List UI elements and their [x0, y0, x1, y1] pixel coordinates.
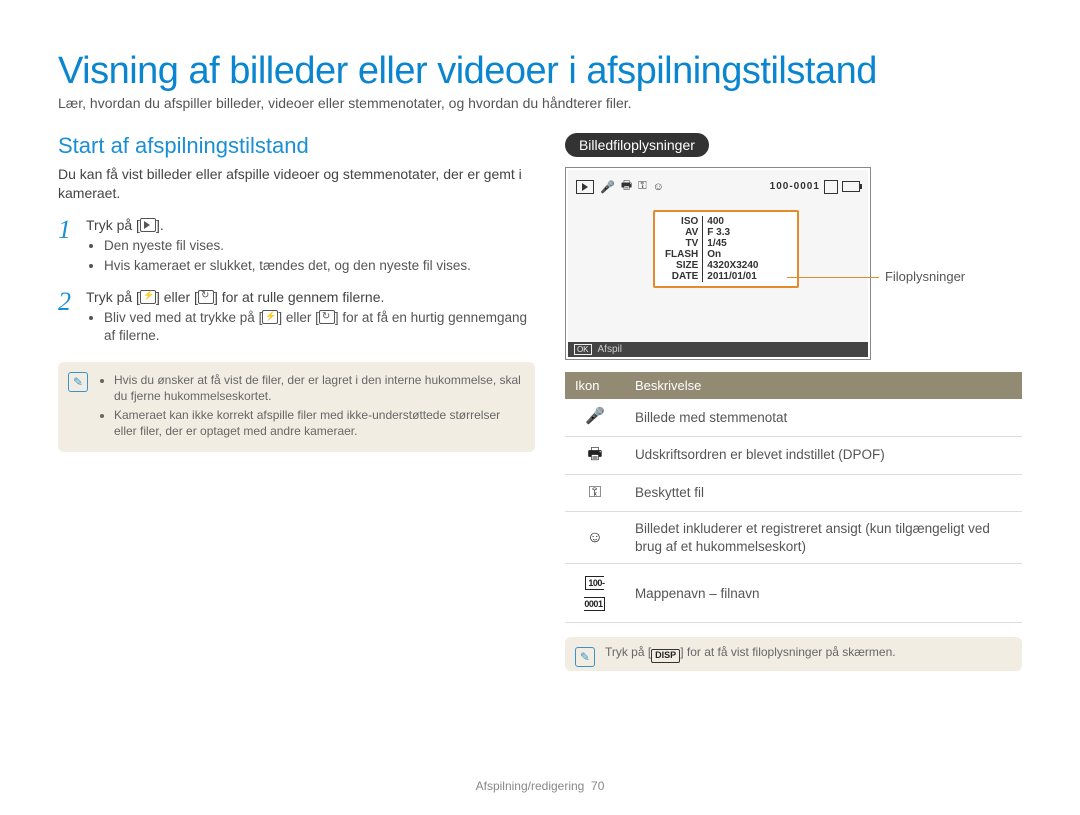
table-row: ☺ Billedet inkluderer et registreret ans… [565, 512, 1022, 564]
ok-button-label: OK [574, 344, 592, 355]
step2-text-mid: ] eller [ [156, 289, 198, 305]
face-icon: ☺ [653, 181, 664, 193]
row-desc: Udskriftsordren er blevet indstillet (DP… [625, 436, 1022, 474]
note-box: ✎ Hvis du ønsker at få vist de filer, de… [58, 362, 535, 453]
callout-label: Filoplysninger [885, 269, 965, 284]
key-icon: ⚿ [565, 474, 625, 512]
timer-button-icon [198, 290, 214, 304]
page-title: Visning af billeder eller videoer i afsp… [58, 50, 1022, 93]
section-heading: Start af afspilningstilstand [58, 133, 535, 159]
mic-icon: 🎤 [565, 399, 625, 436]
timer-button-icon [319, 310, 335, 324]
step2-text-pre: Tryk på [ [86, 289, 140, 305]
row-desc: Billedet inkluderer et registreret ansig… [625, 512, 1022, 564]
afspil-label: Afspil [598, 344, 622, 355]
battery-icon [842, 181, 860, 192]
row-desc: Beskyttet fil [625, 474, 1022, 512]
memory-card-icon [824, 180, 838, 194]
folder-code-icon: 100-0001 [565, 564, 625, 623]
camera-screen: 🎤 🖶 ⚿ ☺ 100-0001 ISO400 AVF 3 [565, 167, 871, 360]
table-row: ⚿ Beskyttet fil [565, 474, 1022, 512]
playback-mode-icon [576, 180, 594, 194]
note-icon: ✎ [575, 647, 595, 667]
step-1: 1 Tryk på []. Den nyeste fil vises. Hvis… [58, 217, 535, 277]
right-column: Billedfiloplysninger 🎤 🖶 ⚿ ☺ 100-0001 [565, 133, 1022, 671]
mic-icon: 🎤 [600, 180, 615, 194]
step-2: 2 Tryk på [ ] eller [ ] for at rulle genne… [58, 289, 535, 347]
step2-bullet-1: Bliv ved med at trykke på [] eller [] fo… [104, 309, 535, 345]
page-subtitle: Lær, hvordan du afspiller billeder, vide… [58, 95, 1022, 111]
printer-icon: 🖶 [565, 436, 625, 474]
playback-button-icon [140, 218, 156, 232]
page-footer: Afspilning/redigering 70 [0, 779, 1080, 793]
info-pill: Billedfiloplysninger [565, 133, 709, 157]
col-header-icon: Ikon [565, 372, 625, 399]
step2-text-post: ] for at rulle gennem filerne. [214, 289, 384, 305]
folder-filename: 100-0001 [770, 181, 820, 192]
note-item-2: Kameraet kan ikke korrekt afspille filer… [114, 407, 523, 439]
table-row: 100-0001 Mappenavn – filnavn [565, 564, 1022, 623]
icon-legend-table: Ikon Beskrivelse 🎤 Billede med stemmenot… [565, 372, 1022, 623]
face-detect-icon: ☺ [565, 512, 625, 564]
row-desc: Mappenavn – filnavn [625, 564, 1022, 623]
step1-bullet-2: Hvis kameraet er slukket, tændes det, og… [104, 257, 535, 275]
left-column: Start af afspilningstilstand Du kan få v… [58, 133, 535, 671]
table-row: 🎤 Billede med stemmenotat [565, 399, 1022, 436]
step-number: 2 [58, 289, 86, 347]
printer-icon: 🖶 [621, 176, 632, 197]
note-box-2: ✎ Tryk på [DISP] for at få vist filoplys… [565, 637, 1022, 671]
disp-button-icon: DISP [651, 649, 680, 663]
file-info-overlay: ISO400 AVF 3.3 TV1/45 FLASHOn SIZE4320X3… [653, 210, 799, 288]
key-icon: ⚿ [638, 180, 646, 193]
note-item-1: Hvis du ønsker at få vist de filer, der … [114, 372, 523, 404]
step1-bullet-1: Den nyeste fil vises. [104, 237, 535, 255]
row-desc: Billede med stemmenotat [625, 399, 1022, 436]
step1-text-post: ]. [156, 217, 164, 233]
col-header-desc: Beskrivelse [625, 372, 1022, 399]
flash-button-icon [262, 310, 278, 324]
flash-button-icon [140, 290, 156, 304]
step-number: 1 [58, 217, 86, 277]
section-intro: Du kan få vist billeder eller afspille v… [58, 165, 535, 203]
table-row: 🖶 Udskriftsordren er blevet indstillet (… [565, 436, 1022, 474]
note-icon: ✎ [68, 372, 88, 392]
step1-text-pre: Tryk på [ [86, 217, 140, 233]
callout-line [787, 277, 879, 278]
